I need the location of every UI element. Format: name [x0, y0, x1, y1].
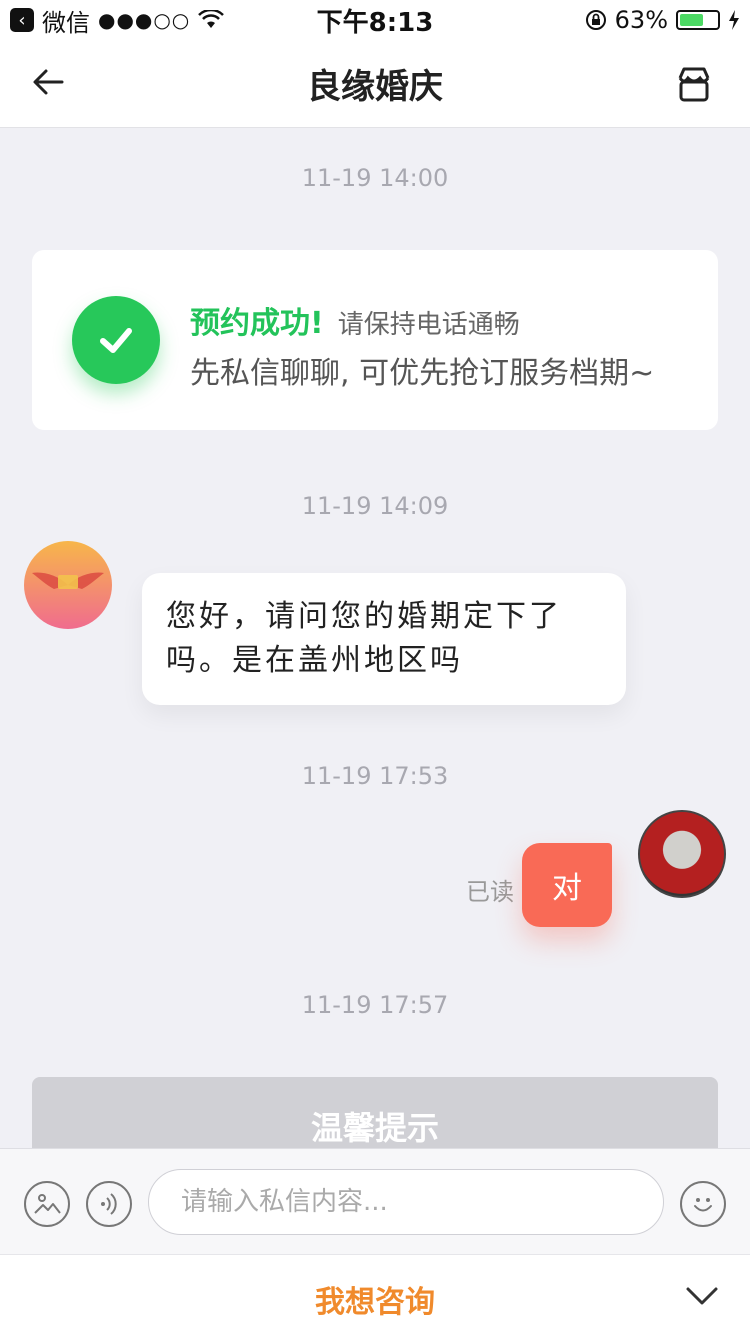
emoji-button[interactable] [680, 1181, 726, 1227]
voice-input-button[interactable] [86, 1181, 132, 1227]
merchant-avatar[interactable] [24, 541, 112, 629]
emoji-icon [694, 1198, 712, 1212]
navigation-bar: 良缘婚庆 [0, 40, 750, 128]
battery-fill [680, 14, 703, 26]
incoming-message-bubble: 您好，请问您的婚期定下了吗。是在盖州地区吗 [142, 573, 626, 705]
consult-button-label[interactable]: 我想咨询 [0, 1277, 750, 1321]
orientation-lock-icon [585, 10, 606, 30]
signal-strength-icon: ●●●○○ [98, 8, 191, 32]
booking-success-title: 预约成功! [190, 306, 324, 341]
chevron-down-icon[interactable] [684, 1277, 720, 1313]
booking-description: 先私信聊聊, 可优先抢订服务档期~ [190, 356, 655, 391]
card-title-line: 预约成功! 请保持电话通畅 [190, 298, 520, 342]
status-bar: ‹ 微信 ●●●○○ 下午8:13 63% [0, 0, 750, 40]
charging-icon [729, 10, 739, 30]
booking-hint: 请保持电话通畅 [337, 310, 520, 340]
voice-icon [101, 1193, 117, 1215]
page-title: 良缘婚庆 [307, 67, 443, 107]
image-picker-button[interactable] [24, 1181, 70, 1227]
carrier-label: 微信 [42, 8, 90, 37]
battery-icon [676, 10, 720, 30]
wings-logo-icon [32, 572, 104, 589]
image-icon [34, 1194, 61, 1214]
back-arrow-icon[interactable] [28, 62, 68, 102]
outgoing-message-bubble: 对 [522, 843, 612, 927]
user-avatar[interactable] [638, 810, 726, 898]
status-right: 63% [585, 6, 740, 34]
wifi-icon [198, 10, 225, 28]
battery-percent: 63% [614, 6, 668, 34]
message-timestamp: 11-19 14:00 [301, 164, 449, 192]
back-to-app-icon[interactable]: ‹ [10, 8, 34, 32]
store-icon[interactable] [674, 64, 714, 104]
message-timestamp: 11-19 17:53 [301, 762, 449, 790]
booking-success-card: 预约成功! 请保持电话通畅 先私信聊聊, 可优先抢订服务档期~ [32, 250, 718, 430]
read-receipt: 已读 [466, 878, 514, 906]
status-left: ‹ 微信 ●●●○○ [10, 3, 225, 38]
success-check-icon [72, 296, 160, 384]
message-input[interactable] [148, 1169, 664, 1235]
consult-bar[interactable]: 我想咨询 [0, 1254, 750, 1334]
message-input-bar [0, 1148, 750, 1254]
message-timestamp: 11-19 14:09 [301, 492, 449, 520]
message-timestamp: 11-19 17:57 [301, 991, 449, 1019]
